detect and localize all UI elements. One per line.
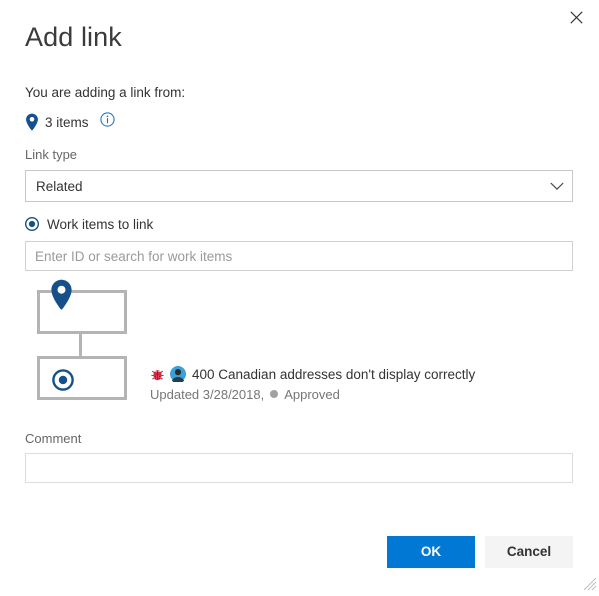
target-circle-icon [52,369,74,391]
location-pin-icon [25,113,39,131]
source-subtitle: You are adding a link from: [25,85,186,100]
work-item-title-row: 400 Canadian addresses don't display cor… [150,365,570,384]
work-items-to-link-radio[interactable]: Work items to link [24,214,154,234]
location-pin-icon [50,279,73,311]
add-link-dialog: Add link You are adding a link from: 3 i… [0,0,599,593]
work-items-to-link-label: Work items to link [47,216,154,232]
link-type-select[interactable]: Related [25,170,573,202]
tree-node-child [37,356,127,400]
info-icon[interactable] [99,112,115,132]
link-type-selected-value: Related [36,178,83,194]
source-items-count: 3 items [45,114,89,130]
state-dot-icon [270,390,279,398]
avatar-icon [170,366,186,384]
close-icon [569,10,583,24]
comment-label: Comment [25,431,82,446]
ok-button[interactable]: OK [387,536,475,568]
source-items-row: 3 items [25,112,115,132]
link-type-label: Link type [25,147,78,162]
bug-icon [150,367,165,382]
dialog-title: Add link [25,22,122,52]
work-item-meta-row: Updated 3/28/2018, Approved [150,386,570,402]
tree-node-parent [37,279,127,334]
work-item-state: Approved [284,386,340,402]
close-button[interactable] [561,3,591,31]
chevron-down-icon [542,182,572,191]
radio-selected-icon [24,216,40,232]
work-item-search-input[interactable] [25,241,573,271]
work-item-title[interactable]: 400 Canadian addresses don't display cor… [192,367,475,382]
cancel-button[interactable]: Cancel [485,536,573,568]
comment-input[interactable] [25,453,573,483]
work-item-updated: Updated 3/28/2018, [150,386,265,402]
tree-connector [79,334,82,356]
link-tree-diagram [37,279,137,400]
resize-grip-icon[interactable] [583,577,597,591]
linked-work-item: 400 Canadian addresses don't display cor… [150,365,570,402]
